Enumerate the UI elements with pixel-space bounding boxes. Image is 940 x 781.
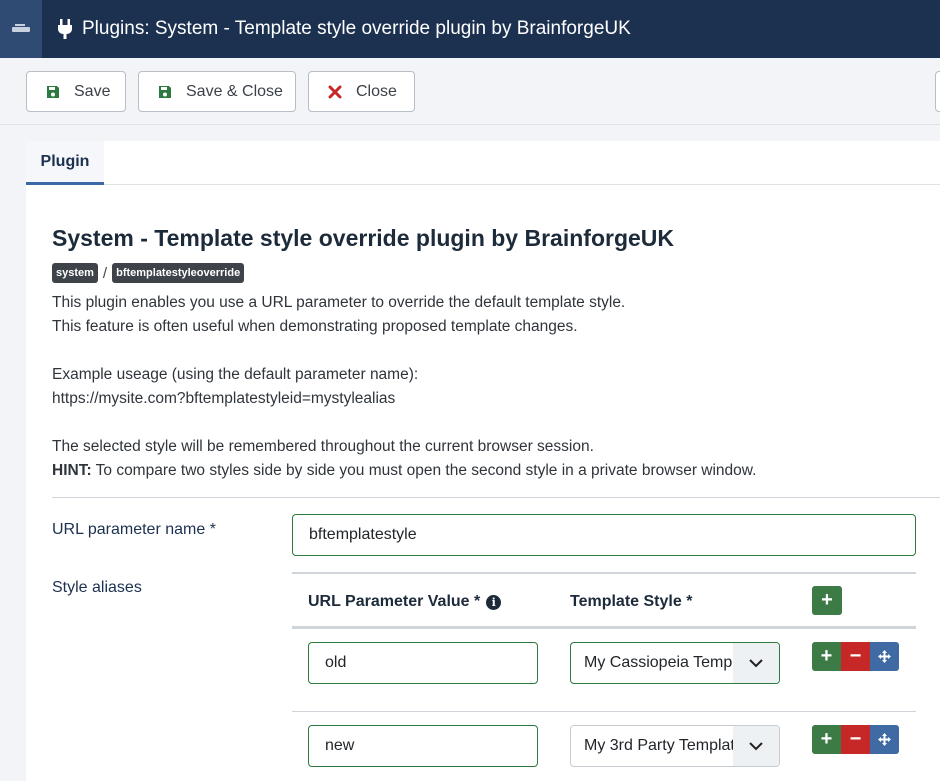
close-icon [328,85,342,98]
remove-row-button[interactable]: − [841,725,870,754]
minus-icon: − [849,645,862,667]
description-line: The selected style will be remembered th… [52,438,594,455]
table-header: URL Parameter Value * i Template Style *… [292,572,916,629]
minus-icon: − [849,728,862,750]
menu-toggle-button[interactable] [0,0,42,58]
page-title: Plugins: System - Template style overrid… [82,18,631,39]
example-url: https://mysite.com?bftemplatestyleid=mys… [52,390,396,407]
divider [52,497,940,498]
move-row-button[interactable] [870,725,899,754]
table-row: new My 3rd Party Template + − [292,712,916,781]
chevron-down-icon [733,643,779,683]
plus-icon: + [820,645,833,667]
url-param-input[interactable]: bftemplatestyle [292,514,916,556]
style-aliases-label: Style aliases [52,579,142,596]
info-icon[interactable]: i [486,594,502,610]
plus-icon: + [821,589,833,611]
description-line: This feature is often useful when demons… [52,318,578,335]
floppy-disk-icon [47,85,59,98]
column-header-label: URL Parameter Value * [308,593,481,610]
plugin-title: System - Template style override plugin … [52,225,674,251]
row-actions: + − [812,725,899,754]
template-style-select[interactable]: My Cassiopeia Template [570,642,780,684]
select-value: My 3rd Party Template [584,737,734,754]
add-row-button[interactable]: + [812,642,841,671]
column-header-template-style: Template Style * [570,593,693,610]
row-actions: + − [812,642,899,671]
param-value-input[interactable]: old [308,642,538,684]
close-button[interactable]: Close [308,71,415,112]
tab-bar: Plugin [26,141,940,185]
toolbar-overflow-button[interactable] [935,71,940,112]
plugin-badges: system / bftemplatestyleoverride [52,263,245,283]
plug-icon [58,19,72,39]
param-value-input[interactable]: new [308,725,538,767]
hint-line: HINT: To compare two styles side by side… [52,459,922,483]
move-row-button[interactable] [870,642,899,671]
joomla-logo-icon [12,23,30,32]
add-row-button[interactable]: + [812,586,842,615]
hint-label: HINT: [52,462,92,479]
close-label: Close [356,82,397,100]
column-header-param-value: URL Parameter Value * i [308,593,502,611]
style-aliases-table: URL Parameter Value * i Template Style *… [292,572,916,781]
save-close-button[interactable]: Save & Close [138,71,296,112]
edit-form-card: Plugin System - Template style override … [26,141,940,781]
app-header: Plugins: System - Template style overrid… [0,0,940,58]
move-icon [878,733,891,746]
hint-text: To compare two styles side by side you m… [91,462,757,479]
element-badge: bftemplatestyleoverride [112,263,245,283]
save-label: Save [74,82,111,100]
toolbar: Save Save & Close Close [0,58,940,125]
save-close-label: Save & Close [186,82,283,100]
chevron-down-icon [733,726,779,766]
remove-row-button[interactable]: − [841,642,870,671]
table-row: old My Cassiopeia Template + − [292,629,916,712]
group-badge: system [52,263,98,283]
save-button[interactable]: Save [26,71,126,112]
add-row-button[interactable]: + [812,725,841,754]
url-param-label: URL parameter name * [52,521,216,538]
tab-plugin[interactable]: Plugin [26,141,104,185]
description-line: Example useage (using the default parame… [52,366,419,383]
floppy-disk-icon [159,85,171,98]
badge-separator: / [102,264,108,282]
move-icon [878,650,891,663]
plugin-description: This plugin enables you use a URL parame… [52,291,922,483]
template-style-select[interactable]: My 3rd Party Template [570,725,780,767]
plus-icon: + [820,728,833,750]
select-value: My Cassiopeia Template [584,654,734,671]
page-header: Plugins: System - Template style overrid… [56,18,631,40]
description-line: This plugin enables you use a URL parame… [52,294,626,311]
